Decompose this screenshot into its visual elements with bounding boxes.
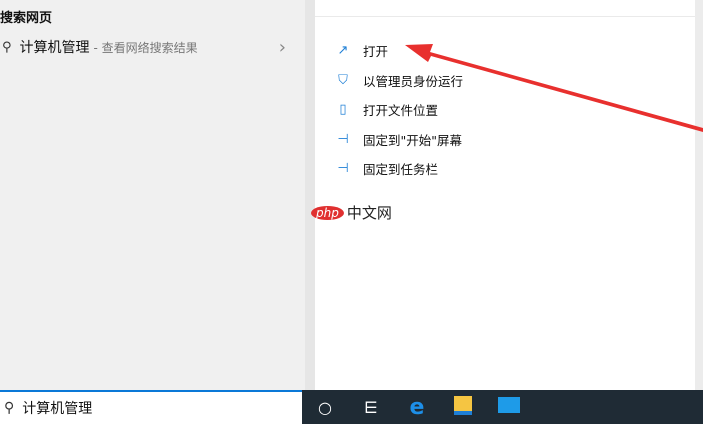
taskbar-search-box[interactable]: ⚲ 计算机管理 — [0, 390, 302, 424]
search-icon: ⚲ — [4, 400, 15, 416]
search-input[interactable]: 计算机管理 — [22, 398, 92, 418]
edge-icon[interactable]: e — [394, 395, 440, 420]
task-view-icon[interactable]: ⋿ — [348, 398, 394, 417]
cortana-icon[interactable]: ○ — [302, 398, 348, 417]
annotation-arrow — [405, 44, 703, 132]
mail-icon[interactable] — [486, 397, 532, 417]
file-explorer-icon[interactable] — [440, 395, 486, 419]
taskbar: ○ ⋿ e — [302, 390, 703, 424]
